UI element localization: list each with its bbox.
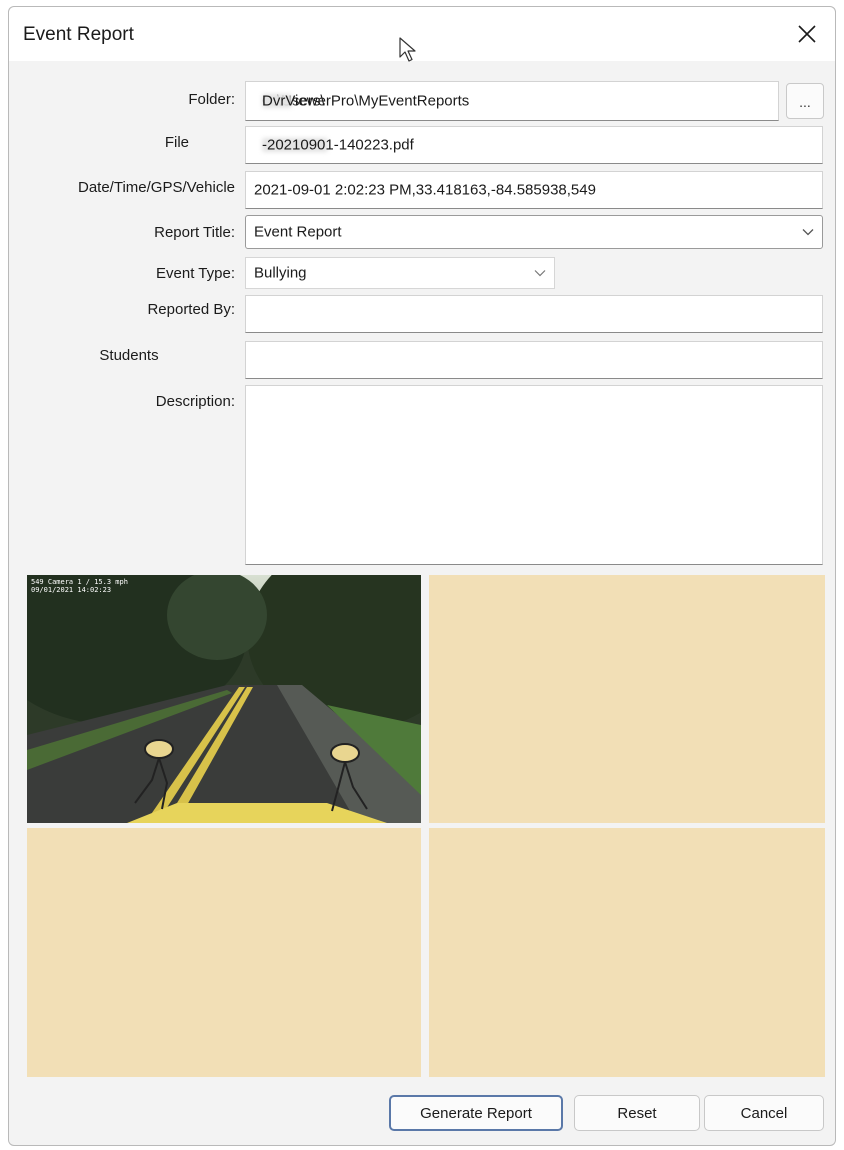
event-type-label: Event Type: [156, 265, 235, 282]
chevron-down-icon [534, 270, 546, 277]
road-camera-image [27, 575, 421, 823]
file-name-suffix: -20210901-140223.pdf [262, 136, 414, 154]
browse-folder-button[interactable]: ... [786, 83, 824, 119]
camera-overlay-line-2: 09/01/2021 14:02:23 [31, 586, 112, 594]
camera-3-snapshot-empty [27, 828, 421, 1077]
close-button[interactable] [781, 7, 835, 61]
file-field[interactable]: -20210901-140223.pdf [245, 126, 823, 164]
window-title: Event Report [23, 24, 134, 45]
folder-path-suffix: DvrViewerPro\MyEventReports [262, 92, 470, 110]
datetime-value: 2021-09-01 2:02:23 PM,33.418163,-84.5859… [254, 181, 596, 199]
event-report-dialog: Event Report Folder: C:\Users\ DvrViewerP… [8, 6, 836, 1146]
report-title-label: Report Title: [154, 224, 235, 241]
camera-1-snapshot: 549 Camera 1 / 15.3 mph 09/01/2021 14:02… [27, 575, 421, 823]
generate-report-button[interactable]: Generate Report [389, 1095, 563, 1131]
students-field[interactable] [245, 341, 823, 379]
description-label: Description: [155, 393, 235, 410]
title-bar: Event Report [9, 7, 835, 62]
cancel-button[interactable]: Cancel [704, 1095, 824, 1131]
event-type-dropdown[interactable]: Bullying [245, 257, 555, 289]
description-textarea[interactable] [245, 385, 823, 565]
datetime-label: Date/Time/GPS/Vehicle [77, 179, 235, 196]
camera-2-snapshot-empty [429, 575, 825, 823]
event-type-value: Bullying [254, 264, 307, 282]
close-icon [798, 25, 816, 43]
camera-4-snapshot-empty [429, 828, 825, 1077]
mouse-cursor-icon [399, 37, 416, 62]
folder-label: Folder: [188, 91, 235, 108]
reported-by-label: Reported By: [147, 301, 235, 318]
report-title-value: Event Report [254, 223, 342, 241]
camera-overlay-line-1: 549 Camera 1 / 15.3 mph [31, 578, 128, 586]
chevron-down-icon [802, 229, 814, 236]
datetime-field[interactable]: 2021-09-01 2:02:23 PM,33.418163,-84.5859… [245, 171, 823, 209]
reported-by-field[interactable] [245, 295, 823, 333]
file-label: File [164, 134, 189, 151]
report-title-dropdown[interactable]: Event Report [245, 215, 823, 249]
folder-field[interactable]: C:\Users\ DvrViewerPro\MyEventReports [245, 81, 779, 121]
students-label: Students [99, 347, 159, 364]
reset-button[interactable]: Reset [574, 1095, 700, 1131]
